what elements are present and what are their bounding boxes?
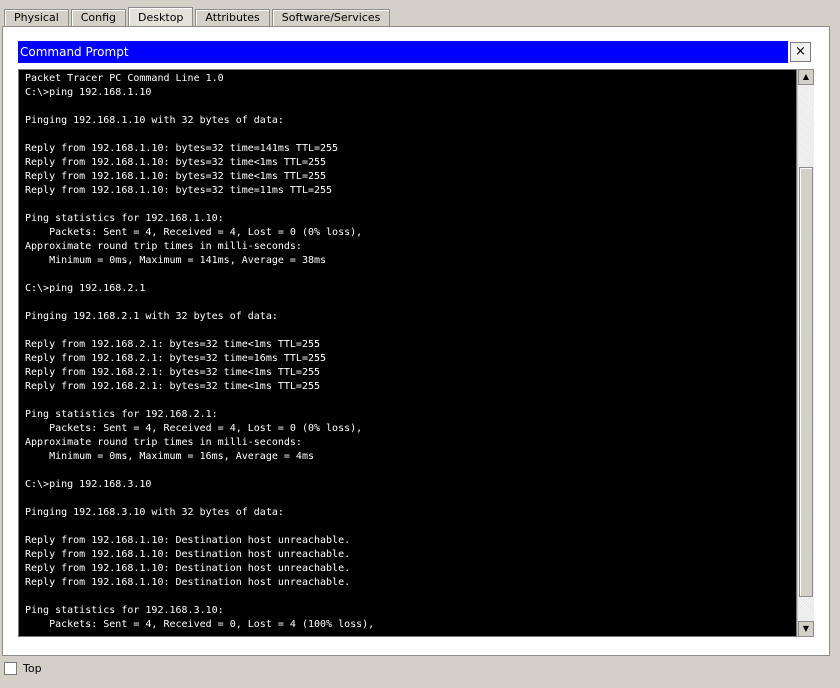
tab-bar: Physical Config Desktop Attributes Softw…	[4, 6, 392, 27]
close-button[interactable]: ×	[790, 42, 811, 62]
tab-config[interactable]: Config	[70, 9, 127, 26]
scrollbar-thumb[interactable]	[799, 167, 813, 597]
tab-software-services[interactable]: Software/Services	[271, 9, 391, 26]
command-prompt-titlebar: Command Prompt	[18, 41, 788, 63]
tab-physical[interactable]: Physical	[4, 9, 69, 26]
console-output: Packet Tracer PC Command Line 1.0 C:\>pi…	[25, 73, 375, 630]
top-checkbox-label: Top	[23, 662, 42, 675]
vertical-scrollbar[interactable]: ▲ ▼	[797, 69, 814, 637]
scroll-down-arrow-icon[interactable]: ▼	[798, 621, 814, 637]
top-checkbox-row: Top	[4, 662, 42, 675]
top-checkbox[interactable]	[4, 662, 17, 675]
scroll-up-arrow-icon[interactable]: ▲	[798, 69, 814, 85]
command-prompt-console[interactable]: Packet Tracer PC Command Line 1.0 C:\>pi…	[18, 69, 797, 637]
tab-desktop[interactable]: Desktop	[128, 7, 194, 27]
desktop-panel: Command Prompt × Packet Tracer PC Comman…	[2, 26, 830, 656]
tab-attributes[interactable]: Attributes	[195, 9, 270, 26]
